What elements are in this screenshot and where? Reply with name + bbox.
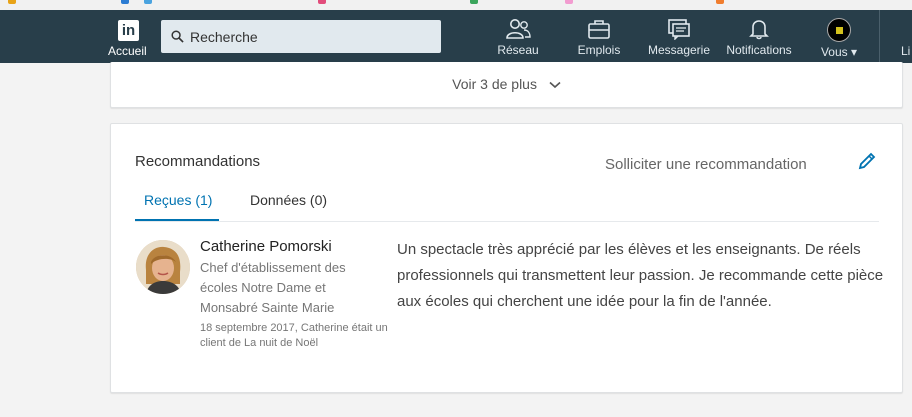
tab-received[interactable]: Reçues (1)	[144, 192, 212, 222]
ask-recommendation-link[interactable]: Solliciter une recommandation	[605, 156, 807, 173]
nav-jobs-label: Emplois	[577, 43, 621, 57]
recommender-avatar[interactable]	[136, 240, 190, 294]
nav-messaging-label: Messagerie	[647, 43, 711, 57]
pencil-icon[interactable]	[857, 151, 877, 171]
see-more-label: Voir 3 de plus	[452, 76, 537, 92]
bookmark-icon[interactable]	[121, 0, 129, 4]
network-icon	[506, 19, 531, 39]
nav-messaging[interactable]: Messagerie	[639, 18, 719, 62]
bookmark-icon[interactable]	[565, 0, 573, 4]
nav-network-label: Réseau	[497, 43, 539, 57]
bookmark-icon[interactable]	[8, 0, 16, 4]
bookmark-icon[interactable]	[144, 0, 152, 4]
bell-icon	[749, 20, 769, 40]
messaging-icon	[668, 19, 690, 40]
bookmark-icon[interactable]	[470, 0, 478, 4]
section-title: Recommandations	[135, 153, 261, 170]
recommendation-meta: 18 septembre 2017, Catherine était un cl…	[200, 322, 388, 349]
recommendation-text: Un spectacle très apprécié par les élève…	[397, 241, 884, 310]
recommendations-card: Recommandations Solliciter une recommand…	[110, 123, 903, 393]
linkedin-logo-icon[interactable]: in	[118, 20, 139, 41]
top-navbar: in Accueil Recherche Réseau Emplois Mess…	[0, 10, 912, 63]
search-placeholder: Recherche	[190, 29, 258, 45]
chevron-down-icon	[549, 82, 561, 89]
search-icon	[171, 30, 184, 43]
search-input[interactable]: Recherche	[161, 20, 441, 53]
nav-notifications[interactable]: Notifications	[719, 18, 799, 62]
nav-notifications-label: Notifications	[726, 43, 792, 57]
briefcase-icon	[588, 20, 610, 39]
nav-extra-label[interactable]: Li	[901, 44, 910, 58]
home-label[interactable]: Accueil	[108, 44, 147, 58]
nav-me-label: Vous ▾	[820, 45, 858, 59]
recommender-name[interactable]: Catherine Pomorski	[200, 238, 332, 255]
person-photo	[136, 240, 190, 294]
experience-card: Voir 3 de plus	[110, 62, 903, 108]
nav-divider	[879, 10, 880, 63]
bookmark-icon[interactable]	[318, 0, 326, 4]
see-more-button[interactable]: Voir 3 de plus	[111, 76, 902, 92]
nav-jobs[interactable]: Emplois	[559, 18, 639, 62]
active-tab-indicator	[135, 219, 219, 221]
bookmark-icon[interactable]	[716, 0, 724, 4]
recommender-headline: Chef d'établissement des écoles Notre Da…	[200, 260, 346, 315]
nav-network[interactable]: Réseau	[478, 18, 558, 62]
nav-me[interactable]: Vous ▾	[799, 18, 879, 62]
tab-given[interactable]: Données (0)	[250, 192, 327, 222]
avatar	[827, 18, 851, 42]
bookmarks-bar	[0, 0, 912, 10]
recommendation-tabs: Reçues (1) Données (0)	[135, 186, 879, 222]
